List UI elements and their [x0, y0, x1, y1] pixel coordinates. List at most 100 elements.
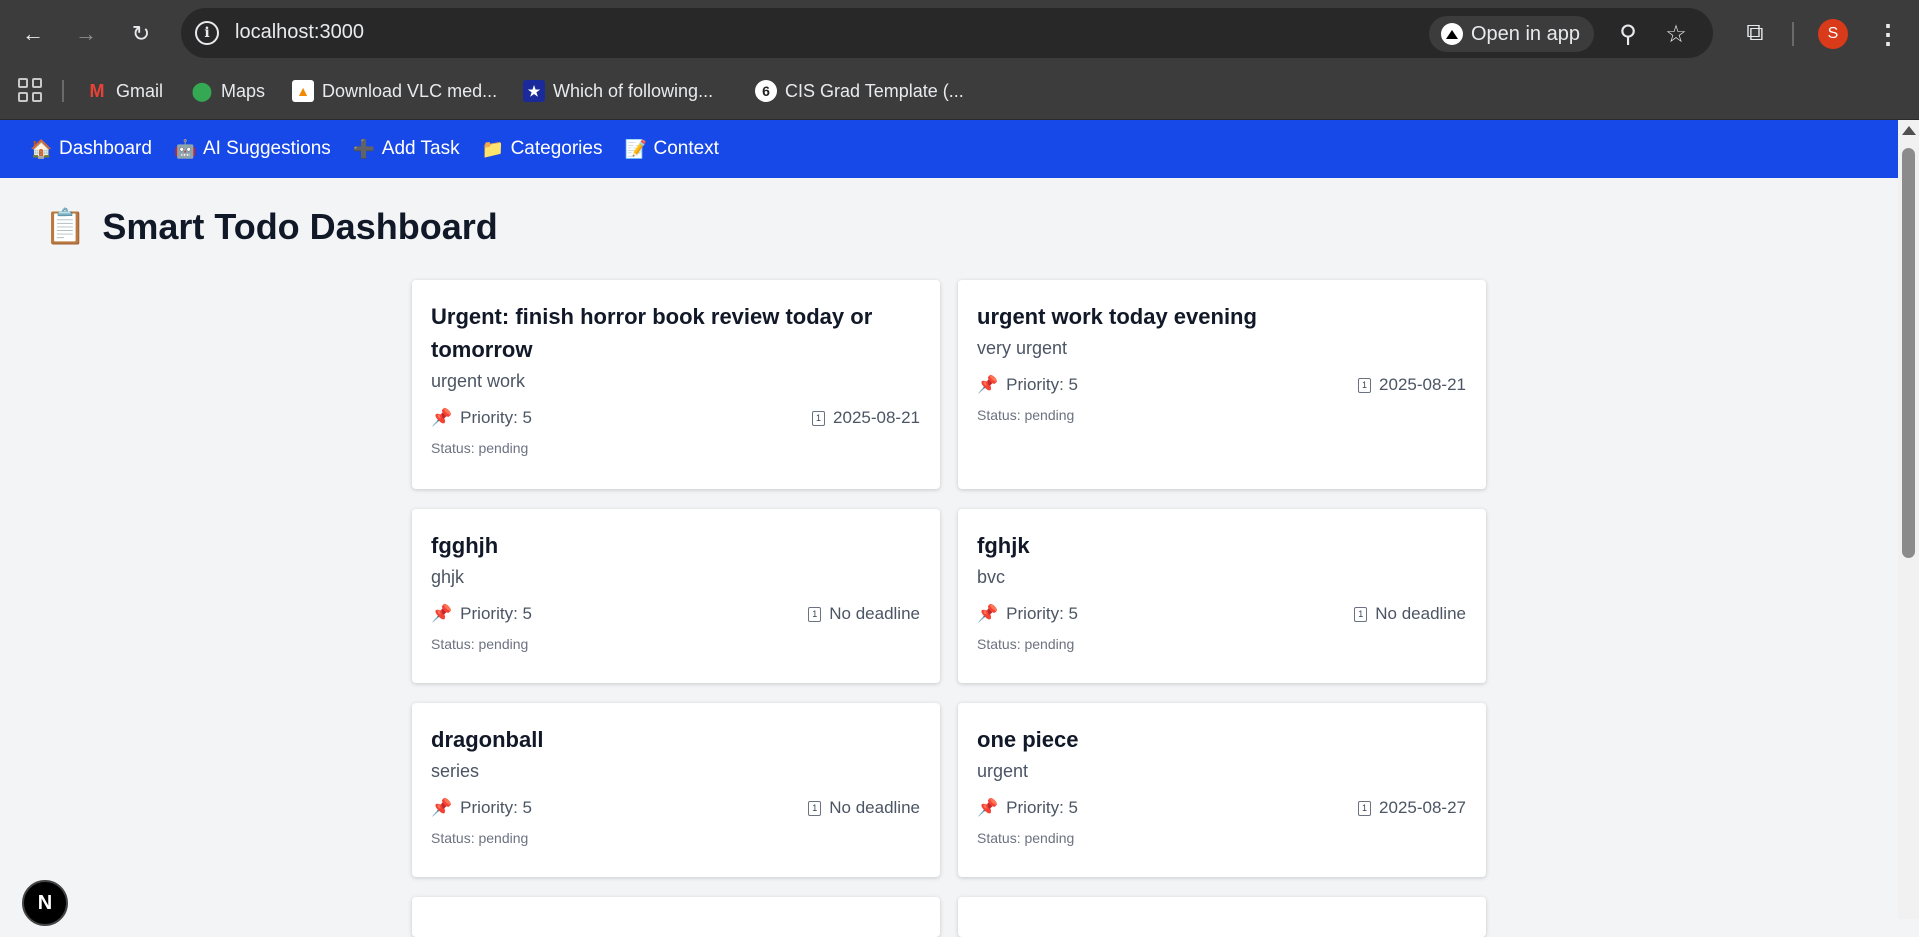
calendar-icon: 1 [1358, 800, 1372, 816]
scroll-up-arrow-icon[interactable] [1902, 126, 1916, 135]
nav-add-task[interactable]: ➕ Add Task [353, 138, 460, 160]
nav-dashboard[interactable]: 🏠 Dashboard [30, 138, 152, 160]
address-bar[interactable]: i localhost:3000 Open in app ⚲ ☆ [181, 8, 1713, 58]
task-status: Status: pending [977, 407, 1075, 423]
star-flag-icon: ★ [523, 80, 545, 102]
nextjs-dev-badge[interactable]: N [22, 880, 68, 926]
bookmark-star-icon[interactable]: ☆ [1662, 20, 1690, 48]
more-menu-icon[interactable]: ⋮ [1874, 17, 1902, 51]
browser-toolbar: ← → ↻ i localhost:3000 Open in app ⚲ ☆ ⧉… [0, 0, 1919, 66]
task-deadline: No deadline [829, 604, 920, 623]
task-card-partial[interactable] [412, 897, 940, 937]
nav-label: AI Suggestions [202, 138, 331, 159]
task-deadline: No deadline [1375, 604, 1466, 623]
task-priority: Priority: 5 [1006, 604, 1078, 623]
maps-icon: ⬤ [191, 80, 213, 101]
page-scrollbar[interactable] [1898, 120, 1919, 919]
pushpin-icon: 📌 [977, 604, 999, 623]
calendar-icon: 1 [1358, 377, 1372, 393]
task-card[interactable]: Urgent: finish horror book review today … [412, 280, 940, 489]
task-description: very urgent [977, 338, 1068, 358]
calendar-icon: 1 [812, 410, 826, 426]
pushpin-icon: 📌 [977, 375, 999, 394]
task-deadline: No deadline [829, 798, 920, 817]
task-card-partial[interactable] [958, 897, 1486, 937]
task-meta: 📌 Priority: 5 1 No deadline [431, 604, 920, 624]
task-description: urgent [977, 761, 1029, 781]
task-title: Urgent: finish horror book review today … [431, 304, 873, 362]
nav-ai-suggestions[interactable]: 🤖 AI Suggestions [174, 138, 331, 160]
task-priority: Priority: 5 [460, 604, 532, 623]
task-priority: Priority: 5 [460, 408, 532, 427]
task-card[interactable]: urgent work today evening very urgent 📌 P… [958, 280, 1486, 489]
task-card[interactable]: fghjk bvc 📌 Priority: 5 1 No deadline Stat… [958, 509, 1486, 683]
back-arrow-icon[interactable]: ← [16, 17, 50, 51]
page-title: 📋 Smart Todo Dashboard [44, 206, 498, 248]
nav-label: Add Task [381, 138, 460, 159]
pushpin-icon: 📌 [431, 408, 453, 427]
task-card[interactable]: one piece urgent 📌 Priority: 5 1 2025-08-2… [958, 703, 1486, 877]
task-deadline: 2025-08-21 [1379, 375, 1466, 394]
url-text[interactable]: localhost:3000 [235, 21, 364, 44]
task-status: Status: pending [431, 636, 529, 652]
gmail-icon: M [89, 80, 105, 101]
task-meta: 📌 Priority: 5 1 No deadline [431, 798, 920, 818]
bookmark-vlc[interactable]: ▲ Download VLC med... [292, 76, 497, 106]
task-grid: Urgent: finish horror book review today … [412, 280, 1486, 937]
task-meta: 📌 Priority: 5 1 No deadline [977, 604, 1466, 624]
bookmark-gmail[interactable]: M Gmail [86, 76, 164, 106]
apps-grid-icon[interactable] [18, 78, 42, 102]
bookmark-maps[interactable]: ⬤ Maps [191, 76, 265, 106]
nav-context[interactable]: 📝 Context [624, 138, 718, 160]
app-triangle-icon [1441, 23, 1463, 45]
toolbar-divider [1792, 22, 1794, 46]
bookmark-label: Which of following... [553, 80, 714, 101]
page-heading: Smart Todo Dashboard [102, 206, 498, 247]
task-status: Status: pending [431, 440, 529, 456]
task-meta: 📌 Priority: 5 1 2025-08-21 [977, 375, 1466, 395]
open-in-app-label: Open in app [1471, 22, 1580, 45]
task-description: series [431, 761, 480, 781]
open-in-app-button[interactable]: Open in app [1429, 16, 1594, 52]
task-status: Status: pending [977, 830, 1075, 846]
pushpin-icon: 📌 [431, 604, 453, 623]
task-title: fgghjh [431, 533, 499, 558]
forward-arrow-icon[interactable]: → [69, 17, 103, 51]
nav-label: Categories [510, 138, 603, 159]
profile-avatar[interactable]: S [1818, 19, 1848, 49]
extensions-icon[interactable]: ⧉ [1740, 18, 1770, 48]
calendar-icon: 1 [808, 606, 822, 622]
bookmark-label: Download VLC med... [322, 80, 498, 101]
task-priority: Priority: 5 [460, 798, 532, 817]
task-status: Status: pending [977, 636, 1075, 652]
vlc-icon: ▲ [292, 80, 314, 102]
bookmarks-divider [62, 80, 64, 102]
task-description: bvc [977, 567, 1006, 587]
bookmark-label: Gmail [116, 80, 164, 101]
house-icon: 🏠 [30, 138, 53, 159]
task-title: one piece [977, 727, 1079, 752]
bookmark-label: CIS Grad Template (... [785, 80, 964, 101]
robot-icon: 🤖 [173, 138, 197, 159]
site-info-icon[interactable]: i [195, 21, 219, 45]
reload-icon[interactable]: ↻ [124, 17, 158, 51]
bookmarks-bar: M Gmail ⬤ Maps ▲ Download VLC med... ★ W… [0, 66, 1919, 120]
bookmark-cis-grad-template[interactable]: 6 CIS Grad Template (... [755, 76, 964, 106]
task-title: fghjk [977, 533, 1030, 558]
task-deadline: 2025-08-21 [833, 408, 920, 427]
bookmark-which-of-following[interactable]: ★ Which of following... [523, 76, 713, 106]
task-status: Status: pending [431, 830, 529, 846]
task-meta: 📌 Priority: 5 1 2025-08-27 [977, 798, 1466, 818]
nav-categories[interactable]: 📁 Categories [482, 138, 603, 160]
task-deadline: 2025-08-27 [1379, 798, 1466, 817]
task-card[interactable]: fgghjh ghjk 📌 Priority: 5 1 No deadline St… [412, 509, 940, 683]
task-card[interactable]: dragonball series 📌 Priority: 5 1 No deadl… [412, 703, 940, 877]
task-title: dragonball [431, 727, 544, 752]
pushpin-icon: 📌 [977, 798, 999, 817]
plus-icon: ➕ [352, 138, 376, 159]
scroll-thumb[interactable] [1902, 148, 1915, 558]
clipboard-icon: 📋 [44, 208, 87, 246]
pushpin-icon: 📌 [431, 798, 453, 817]
calendar-icon: 1 [808, 800, 822, 816]
zoom-icon[interactable]: ⚲ [1614, 20, 1642, 48]
